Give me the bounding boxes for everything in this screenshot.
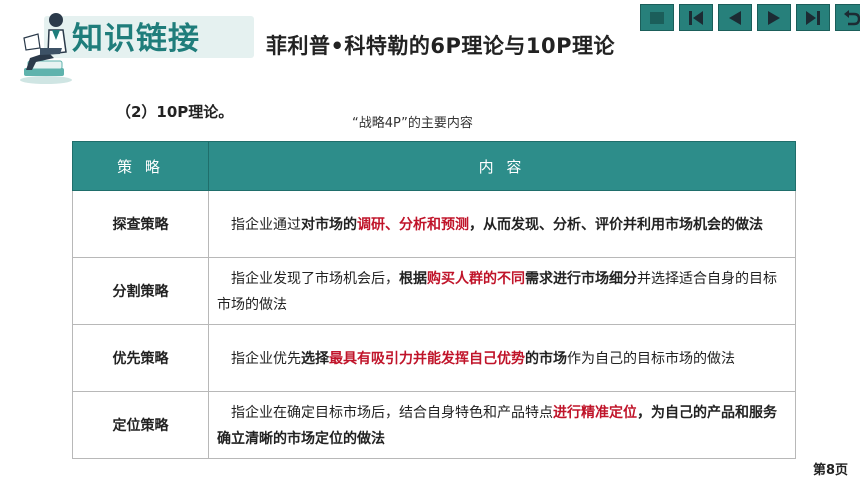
home-button[interactable] — [640, 4, 674, 31]
strategy-description: 指企业通过对市场的调研、分析和预测，从而发现、分析、评价并利用市场机会的做法 — [208, 190, 796, 258]
triangle-left-icon — [729, 10, 741, 25]
description-text: 指企业通过 — [231, 217, 301, 233]
description-text: 选择 — [301, 351, 329, 367]
description-text: ，从而发现、分析、评价并利用市场机会的做法 — [469, 217, 763, 233]
table-row: 探查策略 指企业通过对市场的调研、分析和预测，从而发现、分析、评价并利用市场机会的… — [72, 190, 796, 258]
highlight-text: 购买人群的不同 — [427, 271, 525, 287]
highlight-text: 进行精准定位 — [553, 405, 637, 421]
table-caption: “战略4P”的主要内容 — [352, 116, 473, 131]
description-text: 根据 — [399, 271, 427, 287]
table-body: 探查策略 指企业通过对市场的调研、分析和预测，从而发现、分析、评价并利用市场机会的… — [72, 190, 796, 459]
description-text: 指企业优先 — [231, 351, 301, 367]
description-text: 需求进行市场细分 — [525, 271, 637, 287]
triangle-right-icon — [768, 10, 780, 25]
description-text: 作为自己的目标市场的做法 — [567, 351, 735, 367]
skip-to-end-icon — [806, 10, 820, 25]
column-header-strategy: 策 略 — [72, 141, 209, 191]
description-text: 的市场 — [525, 351, 567, 367]
slide-navigation — [640, 4, 860, 31]
strategy-name: 探查策略 — [72, 190, 209, 258]
table-row: 优先策略 指企业优先选择最具有吸引力并能发挥自己优势的市场作为自己的目标市场的做法 — [72, 324, 796, 392]
header: 知识链接 菲利普•科特勒的6P理论与10P理论 — [0, 0, 860, 92]
reading-person-icon — [20, 13, 72, 84]
column-header-content: 内 容 — [208, 141, 796, 191]
strategy-description: 指企业发现了市场机会后，根据购买人群的不同需求进行市场细分并选择适合自身的目标市… — [208, 257, 796, 325]
description-text: 对市场的 — [301, 217, 357, 233]
section-subheading: （2）10P理论。 — [116, 103, 234, 121]
page-title: 菲利普•科特勒的6P理论与10P理论 — [266, 34, 616, 58]
table-row: 分割策略 指企业发现了市场机会后，根据购买人群的不同需求进行市场细分并选择适合自身… — [72, 257, 796, 325]
description-text: 指企业发现了市场机会后， — [231, 271, 399, 287]
section-brand: 知识链接 — [72, 21, 200, 57]
first-slide-button[interactable] — [679, 4, 713, 31]
table-header-row: 策 略 内 容 — [72, 141, 796, 191]
table-row: 定位策略 指企业在确定目标市场后，结合自身特色和产品特点进行精准定位，为自己的产品… — [72, 391, 796, 459]
strategy-table: 策 略 内 容 探查策略 指企业通过对市场的调研、分析和预测，从而发现、分析、评价… — [72, 141, 796, 459]
page-number: 第8页 — [812, 463, 848, 478]
strategy-description: 指企业优先选择最具有吸引力并能发挥自己优势的市场作为自己的目标市场的做法 — [208, 324, 796, 392]
strategy-description: 指企业在确定目标市场后，结合自身特色和产品特点进行精准定位，为自己的产品和服务确… — [208, 391, 796, 459]
exit-button[interactable] — [835, 4, 860, 31]
strategy-name: 定位策略 — [72, 391, 209, 459]
strategy-name: 优先策略 — [72, 324, 209, 392]
skip-to-start-icon — [689, 10, 703, 25]
next-slide-button[interactable] — [757, 4, 791, 31]
return-icon — [844, 9, 860, 25]
description-text: 指企业在确定目标市场后，结合自身特色和产品特点 — [231, 405, 553, 421]
previous-slide-button[interactable] — [718, 4, 752, 31]
highlight-text: 调研、分析和预测 — [357, 217, 469, 233]
strategy-name: 分割策略 — [72, 257, 209, 325]
home-icon — [650, 11, 664, 24]
highlight-text: 最具有吸引力并能发挥自己优势 — [329, 351, 525, 367]
last-slide-button[interactable] — [796, 4, 830, 31]
